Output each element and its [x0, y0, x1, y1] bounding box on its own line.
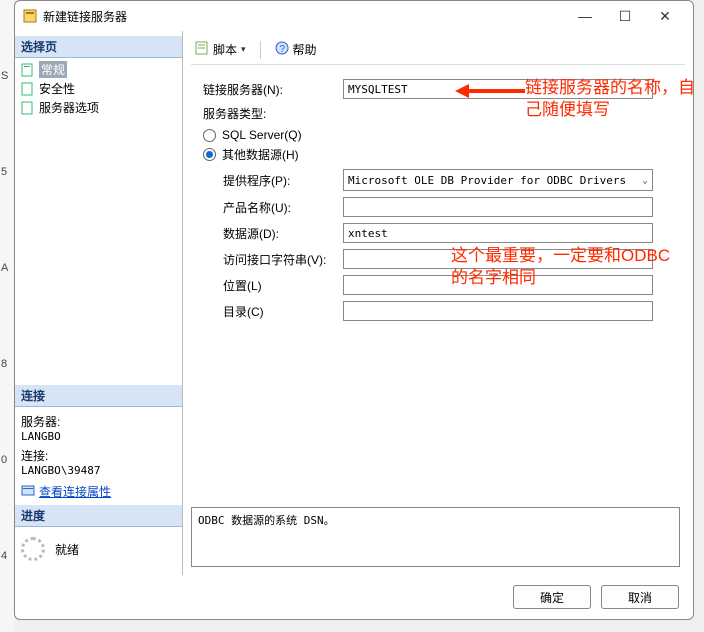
location-input[interactable]	[343, 275, 653, 295]
sidebar-item-label: 服务器选项	[39, 99, 99, 116]
sidebar-item-general[interactable]: 常规	[21, 60, 176, 79]
script-label: 脚本	[213, 41, 237, 58]
sidebar-item-label: 常规	[39, 61, 67, 78]
provider-label: 提供程序(P):	[193, 172, 343, 189]
radio-other-datasource[interactable]: 其他数据源(H)	[193, 146, 683, 163]
product-input[interactable]	[343, 197, 653, 217]
section-progress: 进度	[15, 504, 182, 527]
maximize-button[interactable]: ☐	[605, 4, 645, 28]
cancel-button[interactable]: 取消	[601, 585, 679, 609]
properties-icon	[21, 483, 35, 500]
datasource-input[interactable]	[343, 223, 653, 243]
sidebar-item-label: 安全性	[39, 80, 75, 97]
section-select-page: 选择页	[15, 35, 182, 58]
background-strip: S5A 804	[0, 0, 14, 632]
ok-button[interactable]: 确定	[513, 585, 591, 609]
server-value: LANGBO	[21, 430, 176, 443]
script-button[interactable]: 脚本 ▾	[191, 39, 250, 60]
minimize-button[interactable]: —	[565, 4, 605, 28]
radio-sqlserver[interactable]: SQL Server(Q)	[193, 128, 683, 142]
form-area: 链接服务器(N): 服务器类型: SQL Server(Q) 其他数据源(H) …	[191, 65, 685, 567]
location-label: 位置(L)	[193, 277, 343, 294]
window-title: 新建链接服务器	[43, 8, 565, 25]
linked-server-input[interactable]	[343, 79, 653, 99]
help-button[interactable]: ? 帮助	[271, 39, 321, 60]
server-label: 服务器:	[21, 413, 176, 430]
help-icon: ?	[275, 41, 289, 58]
toolbar: 脚本 ▾ ? 帮助	[191, 35, 685, 65]
server-type-label: 服务器类型:	[193, 105, 343, 122]
help-label: 帮助	[293, 41, 317, 58]
radio-icon	[203, 129, 216, 142]
page-icon	[21, 82, 35, 96]
right-pane: 脚本 ▾ ? 帮助 链接服务器(N): 服务器类型:	[183, 31, 693, 575]
radio-sql-label: SQL Server(Q)	[222, 128, 302, 142]
sidebar: 选择页 常规 安全性 服务器选项 连接 服务器: LANGBO	[15, 31, 183, 575]
linked-server-label: 链接服务器(N):	[193, 81, 343, 98]
separator	[260, 41, 261, 59]
view-connection-props-text: 查看连接属性	[39, 483, 111, 500]
radio-other-label: 其他数据源(H)	[222, 146, 299, 163]
catalog-input[interactable]	[343, 301, 653, 321]
chevron-down-icon: ▾	[241, 44, 246, 55]
description-box: ODBC 数据源的系统 DSN。	[191, 507, 680, 567]
view-connection-props-link[interactable]: 查看连接属性	[15, 479, 182, 504]
chevron-down-icon: ⌄	[642, 175, 648, 186]
titlebar[interactable]: 新建链接服务器 — ☐ ✕	[15, 1, 693, 31]
provider-value: Microsoft OLE DB Provider for ODBC Drive…	[348, 174, 626, 187]
providerstr-input[interactable]	[343, 249, 653, 269]
page-icon	[21, 63, 35, 77]
app-icon	[23, 9, 37, 23]
datasource-label: 数据源(D):	[193, 225, 343, 242]
conn-label: 连接:	[21, 447, 176, 464]
ready-text: 就绪	[55, 541, 79, 558]
radio-icon	[203, 148, 216, 161]
sidebar-item-security[interactable]: 安全性	[21, 79, 176, 98]
close-button[interactable]: ✕	[645, 4, 685, 28]
spinner-icon	[21, 537, 45, 561]
catalog-label: 目录(C)	[193, 303, 343, 320]
provider-combo[interactable]: Microsoft OLE DB Provider for ODBC Drive…	[343, 169, 653, 191]
section-connection: 连接	[15, 384, 182, 407]
script-icon	[195, 41, 209, 58]
conn-value: LANGBO\39487	[21, 464, 176, 477]
footer: 确定 取消	[15, 575, 693, 619]
page-icon	[21, 101, 35, 115]
product-label: 产品名称(U):	[193, 199, 343, 216]
providerstr-label: 访问接口字符串(V):	[193, 251, 343, 268]
sidebar-item-serveroptions[interactable]: 服务器选项	[21, 98, 176, 117]
dialog-window: 新建链接服务器 — ☐ ✕ 选择页 常规 安全性 服务器选项	[14, 0, 694, 620]
svg-text:?: ?	[279, 44, 285, 55]
